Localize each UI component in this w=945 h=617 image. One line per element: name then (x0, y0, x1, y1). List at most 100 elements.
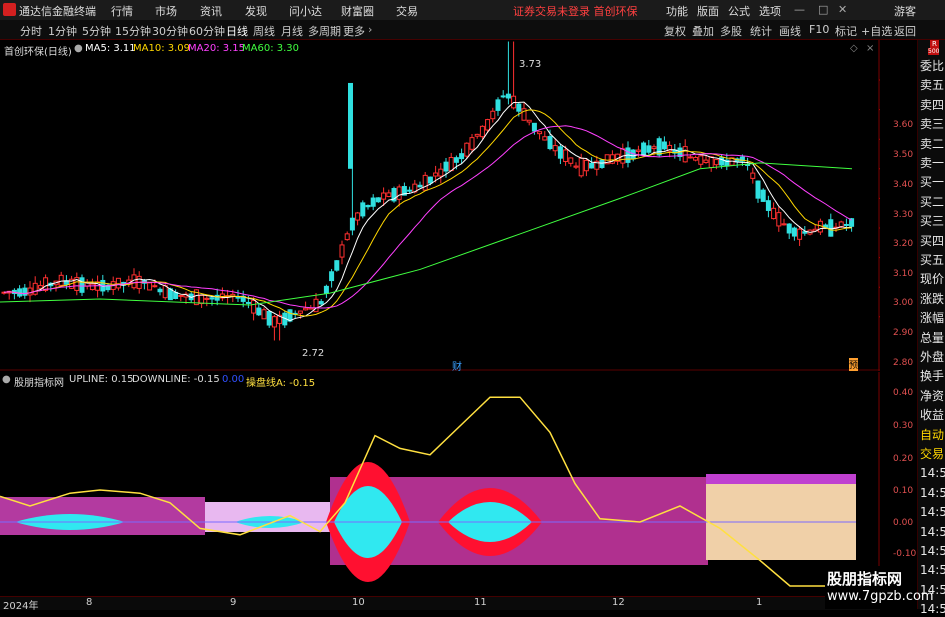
downline-label: DOWNLINE: -0.15 (132, 374, 220, 385)
candle (303, 307, 309, 311)
side-panel-label: 14:56 (920, 563, 945, 578)
price-axis-tick: 3.60 (893, 120, 914, 130)
menu-item-trade[interactable]: 交易 (396, 3, 418, 19)
close-icon[interactable]: ✕ (838, 3, 847, 16)
candle (474, 133, 480, 137)
toolbar-add-fav[interactable]: +自选 (861, 23, 892, 39)
candle (58, 274, 64, 286)
candle (776, 212, 782, 227)
menu-function[interactable]: 功能 (666, 3, 688, 19)
candle (641, 142, 647, 156)
candle (568, 157, 574, 164)
price-axis-tick: 3.50 (893, 150, 914, 160)
toolbar-mark[interactable]: 标记 (835, 23, 857, 39)
candle (396, 186, 402, 200)
candle (318, 301, 324, 305)
indicator-band (0, 497, 205, 535)
candle (329, 271, 335, 282)
period-tab-5min[interactable]: 5分钟 (82, 23, 111, 39)
dropdown-icon[interactable]: ● (74, 43, 83, 54)
price-axis-tick: 3.30 (893, 210, 914, 220)
candle (843, 223, 849, 226)
candle (162, 285, 168, 299)
candle (755, 180, 761, 199)
period-tab-intraday[interactable]: 分时 (20, 23, 42, 39)
candle (771, 207, 777, 220)
date-tick: 2024年 (3, 601, 39, 612)
period-tab-1min[interactable]: 1分钟 (48, 23, 77, 39)
date-tick: 11 (474, 597, 487, 608)
toolbar-back[interactable]: 返回 (894, 23, 916, 39)
period-tab-30min[interactable]: 30分钟 (152, 23, 188, 39)
side-panel-label: 净资 (920, 388, 945, 403)
menu-item-quotes[interactable]: 行情 (111, 3, 133, 19)
menu-item-news[interactable]: 资讯 (200, 3, 222, 19)
candle (386, 192, 392, 198)
line-a-label: 操盘线A: -0.15 (246, 378, 316, 389)
candle (750, 172, 756, 179)
menu-item-ask[interactable]: 问小达 (289, 3, 322, 19)
candle (651, 146, 657, 150)
side-panel-label: 现价 (920, 272, 945, 287)
toolbar-fuquan[interactable]: 复权 (664, 23, 686, 39)
menu-formula[interactable]: 公式 (728, 3, 750, 19)
toolbar-overlay[interactable]: 叠加 (692, 23, 714, 39)
candle (464, 142, 470, 157)
date-tick: 9 (230, 597, 237, 608)
finance-marker[interactable]: 财 (452, 358, 462, 373)
app-title: 通达信金融终端 (19, 5, 96, 18)
low-price-label: 2.72 (302, 348, 325, 359)
candle (271, 316, 277, 328)
candle (459, 153, 465, 160)
minimize-icon[interactable]: — (794, 3, 805, 16)
toolbar-f10[interactable]: F10 (809, 23, 829, 36)
panel-close-icon[interactable]: × (866, 43, 874, 54)
period-tab-more[interactable]: 更多 (343, 23, 365, 39)
side-panel-label: 卖一 (920, 156, 945, 170)
period-tab-60min[interactable]: 60分钟 (189, 23, 225, 39)
menu-options[interactable]: 选项 (759, 3, 781, 19)
date-axis (0, 596, 880, 610)
candle (708, 156, 714, 168)
date-tick: 8 (86, 597, 93, 608)
period-tab-15min[interactable]: 15分钟 (115, 23, 151, 39)
candlestick-chart[interactable] (0, 40, 884, 371)
price-chart-panel[interactable]: 首创环保(日线) ● MA5: 3.11 MA10: 3.09 MA20: 3.… (0, 40, 913, 373)
candle (438, 168, 444, 177)
guest-label[interactable]: 游客 (894, 3, 916, 19)
r-badge-number[interactable]: 500 (928, 48, 940, 55)
period-tab-weekly[interactable]: 周线 (253, 23, 275, 39)
candle (178, 294, 184, 297)
candle (344, 233, 350, 241)
chevron-right-icon[interactable]: › (368, 23, 372, 36)
maximize-icon[interactable]: □ (818, 3, 828, 16)
indicator-menu-icon[interactable]: ● (2, 374, 11, 385)
login-notice[interactable]: 证券交易未登录 首创环保 (513, 3, 638, 19)
ma5-line (3, 101, 852, 322)
menu-item-discover[interactable]: 发现 (245, 3, 267, 19)
ma5-label: MA5: 3.11 (85, 43, 136, 54)
indicator-title: 股朋指标网 (14, 378, 64, 389)
candle (635, 149, 641, 152)
period-tab-daily[interactable]: 日线 (226, 23, 248, 39)
menu-item-wealth[interactable]: 财富圈 (341, 3, 374, 19)
toolbar-stats[interactable]: 统计 (750, 23, 772, 39)
settings-icon[interactable]: ◇ (850, 43, 858, 54)
period-tab-monthly[interactable]: 月线 (281, 23, 303, 39)
menu-item-market[interactable]: 市场 (155, 3, 177, 19)
toolbar-draw[interactable]: 画线 (779, 23, 801, 39)
candle (349, 217, 355, 231)
forecast-marker[interactable]: 预 (849, 358, 859, 371)
candle (552, 145, 558, 152)
candle (791, 227, 797, 237)
menu-layout[interactable]: 版面 (697, 3, 719, 19)
candle (370, 197, 376, 207)
r-badge[interactable]: R (930, 40, 939, 48)
candle (573, 165, 579, 168)
candle (433, 172, 439, 177)
toolbar-multistock[interactable]: 多股 (720, 23, 742, 39)
indicator-chart[interactable] (0, 372, 880, 596)
period-tab-multi[interactable]: 多周期 (308, 23, 341, 39)
side-panel-label: 收益 (920, 408, 945, 423)
indicator-panel[interactable]: ● 股朋指标网 UPLINE: 0.15 DOWNLINE: -0.15 0.0… (0, 372, 916, 596)
